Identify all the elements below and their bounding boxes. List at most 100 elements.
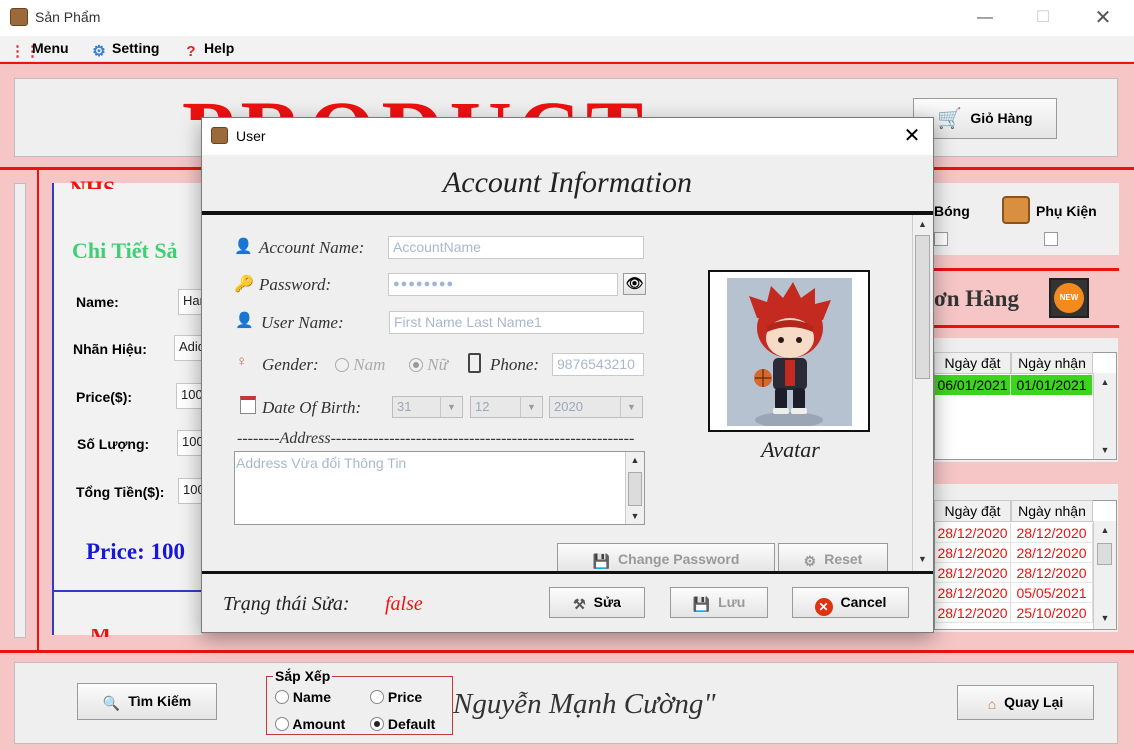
radio-icon <box>275 717 289 731</box>
form-scrollbar[interactable]: ▲ ▼ <box>912 215 932 571</box>
sort-name-option[interactable]: Name <box>275 689 331 705</box>
divider <box>934 268 1119 271</box>
dialog-title: User <box>236 128 266 144</box>
gear-icon: ⚙ <box>92 43 106 60</box>
table-header[interactable]: Ngày nhận <box>1011 352 1093 374</box>
app-icon <box>10 8 28 26</box>
minimize-button[interactable]: — <box>962 0 1008 36</box>
phone-field[interactable]: 9876543210 <box>552 353 644 376</box>
divider <box>0 650 1134 653</box>
chevron-down-icon[interactable]: ▼ <box>440 397 462 417</box>
new-badge-icon: NEW <box>1049 278 1089 318</box>
divider <box>37 170 39 650</box>
category-accessory-label: Phụ Kiện <box>1036 203 1097 219</box>
brand-label: Nhãn Hiệu: <box>73 341 147 357</box>
close-button[interactable]: ✕ <box>1080 0 1126 36</box>
dob-day-select[interactable]: 31 ▼ <box>392 396 463 418</box>
menu-item-menu[interactable]: ⋮⋮Menu <box>10 40 69 61</box>
search-button[interactable]: 🔍 Tìm Kiếm <box>77 683 217 720</box>
table-row[interactable]: 28/12/2020 25/10/2020 <box>935 603 1093 623</box>
divider <box>54 590 204 592</box>
save-button[interactable]: 💾 Lưu <box>670 587 768 618</box>
change-password-button[interactable]: 💾 Change Password <box>557 543 775 571</box>
quantity-label: Số Lượng: <box>77 436 150 452</box>
quantity-field[interactable]: 100 <box>177 430 204 456</box>
user-dialog: User ✕ Account Information 👤 Account Nam… <box>201 117 934 633</box>
dob-label: Date Of Birth: <box>262 398 362 417</box>
orders-table[interactable]: Ngày đặt Ngày nhận 06/01/2021 01/01/2021… <box>934 352 1117 460</box>
back-button[interactable]: ⌂ Quay Lại <box>957 685 1094 720</box>
category-accessory-checkbox[interactable] <box>1044 232 1058 246</box>
address-scrollbar[interactable]: ▲ ▼ <box>625 452 644 524</box>
table-row[interactable]: 28/12/2020 28/12/2020 <box>935 523 1093 543</box>
dob-year-select[interactable]: 2020 ▼ <box>549 396 643 418</box>
table-scrollbar[interactable]: ▲ ▼ <box>1093 373 1116 459</box>
scroll-down-icon[interactable]: ▼ <box>1094 441 1116 459</box>
home-icon: ⌂ <box>987 696 997 712</box>
user-name-label: User Name: <box>261 313 344 332</box>
table-row[interactable]: 28/12/2020 28/12/2020 <box>935 543 1093 563</box>
scroll-thumb[interactable] <box>915 235 930 379</box>
menu-item-help[interactable]: ? Help <box>182 40 234 61</box>
category-ball-checkbox[interactable] <box>934 232 948 246</box>
scroll-up-icon[interactable]: ▲ <box>1094 521 1116 539</box>
sort-group: Sắp Xếp Name Price Amount Default <box>266 668 453 735</box>
price-field[interactable]: 100 <box>176 383 204 409</box>
cart-button[interactable]: 🛒 Giỏ Hàng <box>913 98 1057 139</box>
reset-button[interactable]: ⚙ Reset <box>778 543 888 571</box>
sort-amount-option[interactable]: Amount <box>275 716 345 732</box>
scroll-down-icon[interactable]: ▼ <box>913 550 932 568</box>
status-label: Trạng thái Sửa: <box>223 593 350 615</box>
panel-decor-text: NHS <box>70 176 116 189</box>
table-row[interactable]: 28/12/2020 28/12/2020 <box>935 563 1093 583</box>
password-label: Password: <box>259 275 332 294</box>
account-name-field[interactable]: AccountName <box>388 236 644 259</box>
sort-default-option[interactable]: Default <box>370 716 435 732</box>
sort-price-option[interactable]: Price <box>370 689 422 705</box>
sort-legend: Sắp Xếp <box>273 668 333 684</box>
user-name-field[interactable]: First Name Last Name1 <box>389 311 644 334</box>
table-row[interactable]: 28/12/2020 05/05/2021 <box>935 583 1093 603</box>
address-field[interactable]: Address Vừa đổi Thông Tin ▲ ▼ <box>234 451 645 525</box>
edit-button[interactable]: ⚒ Sửa <box>549 587 645 618</box>
scroll-up-icon[interactable]: ▲ <box>626 452 644 468</box>
dob-month-select[interactable]: 12 ▼ <box>470 396 543 418</box>
chevron-down-icon[interactable]: ▼ <box>620 397 642 417</box>
scroll-thumb[interactable] <box>628 472 642 506</box>
avatar-frame <box>708 270 870 432</box>
chevron-down-icon[interactable]: ▼ <box>520 397 542 417</box>
account-name-label: Account Name: <box>259 238 365 257</box>
cancel-button[interactable]: ✕ Cancel <box>792 587 909 618</box>
table-row[interactable]: 06/01/2021 01/01/2021 <box>935 375 1093 395</box>
save-disk-icon: 💾 <box>692 596 711 612</box>
scroll-up-icon[interactable]: ▲ <box>1094 373 1116 391</box>
address-label: --------Address-------------------------… <box>237 430 635 447</box>
table-header[interactable]: Ngày đặt <box>934 352 1011 374</box>
magnifier-icon: 🔍 <box>102 695 121 711</box>
divider <box>934 325 1119 328</box>
window-title: Sản Phẩm <box>35 9 101 25</box>
table-header[interactable]: Ngày nhận <box>1011 500 1093 522</box>
table-scrollbar[interactable]: ▲ ▼ <box>1093 521 1116 629</box>
password-field[interactable]: ●●●●●●●● <box>388 273 618 296</box>
scroll-down-icon[interactable]: ▼ <box>1094 609 1116 627</box>
phone-icon <box>468 353 481 373</box>
gear-icon: ⚙ <box>803 553 817 569</box>
phone-label: Phone: <box>490 355 540 374</box>
show-password-button[interactable]: 👁 <box>623 273 646 295</box>
scroll-up-icon[interactable]: ▲ <box>913 215 932 233</box>
gender-female-option[interactable]: Nữ <box>409 355 448 375</box>
scroll-thumb[interactable] <box>1097 543 1112 565</box>
radio-icon <box>275 690 289 704</box>
table-header[interactable]: Ngày đặt <box>934 500 1011 522</box>
dialog-heading: Account Information <box>442 166 693 199</box>
maximize-button[interactable]: ☐ <box>1020 0 1066 36</box>
window-titlebar: Sản Phẩm — ☐ ✕ <box>0 0 1134 36</box>
brand-field[interactable]: Adid <box>174 335 204 361</box>
gender-male-option[interactable]: Nam <box>335 355 385 375</box>
orders-history-table[interactable]: Ngày đặt Ngày nhận 28/12/2020 28/12/2020… <box>934 500 1117 630</box>
menu-item-setting[interactable]: ⚙ Setting <box>90 40 159 61</box>
dialog-close-button[interactable]: ✕ <box>892 118 932 155</box>
status-value: false <box>385 593 423 615</box>
scroll-down-icon[interactable]: ▼ <box>626 508 644 524</box>
